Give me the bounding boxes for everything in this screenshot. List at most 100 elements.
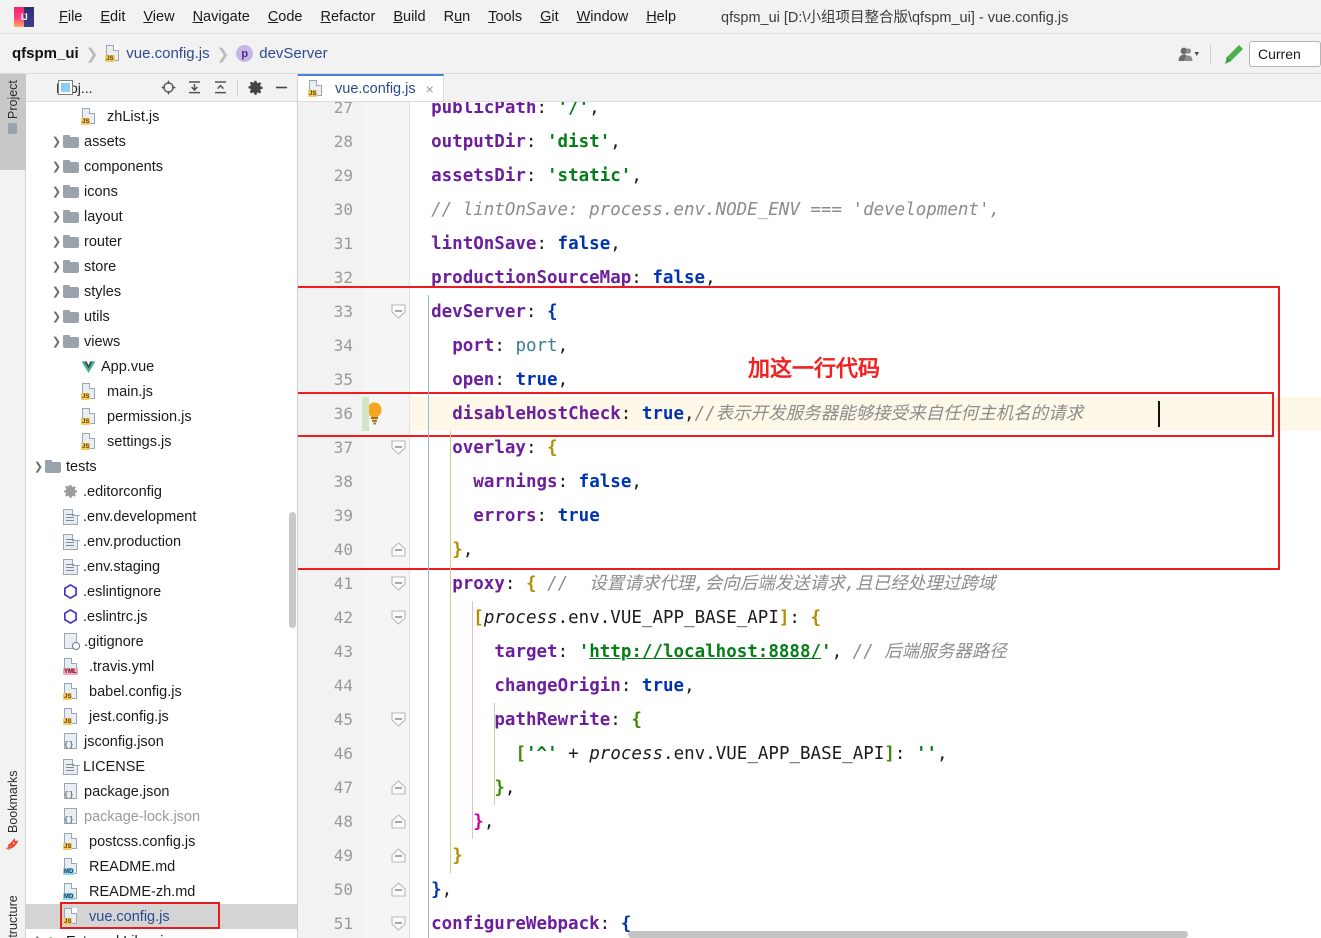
tree-item[interactable]: JS vue.config.js	[26, 904, 297, 929]
code-line[interactable]: },	[410, 805, 494, 839]
code-line[interactable]: target: 'http://localhost:8888/', // 后端服…	[410, 635, 1006, 669]
menu-tools[interactable]: Tools	[479, 6, 531, 28]
menu-view[interactable]: View	[134, 6, 183, 28]
tree-item[interactable]: ❯ styles	[26, 279, 297, 304]
code-line[interactable]: changeOrigin: true,	[410, 669, 694, 703]
tree-item[interactable]: MD README.md	[26, 854, 297, 879]
menu-git[interactable]: Git	[531, 6, 568, 28]
tree-item[interactable]: .env.staging	[26, 554, 297, 579]
code-line[interactable]: port: port,	[410, 329, 568, 363]
fold-collapse-icon[interactable]	[390, 609, 407, 626]
editor-horizontal-scrollbar[interactable]	[628, 931, 1188, 938]
expand-all-icon[interactable]	[182, 77, 206, 99]
code-line[interactable]: overlay: {	[410, 431, 557, 465]
hide-panel-icon[interactable]	[269, 77, 293, 99]
tree-item[interactable]: .eslintignore	[26, 579, 297, 604]
menu-refactor[interactable]: Refactor	[312, 6, 385, 28]
tree-item[interactable]: ❯ utils	[26, 304, 297, 329]
breadcrumb-item-member[interactable]: p devServer	[236, 45, 328, 62]
chevron-right-icon[interactable]: ❯	[32, 460, 45, 473]
tree-item[interactable]: JS main.js	[26, 379, 297, 404]
menu-build[interactable]: Build	[384, 6, 434, 28]
run-configuration-selector[interactable]: Curren	[1249, 40, 1321, 67]
menu-run[interactable]: Run	[435, 6, 480, 28]
tree-item[interactable]: ❯ tests	[26, 454, 297, 479]
sidebar-item-project[interactable]: Project	[0, 74, 26, 170]
code-line[interactable]: publicPath: '/',	[410, 102, 600, 125]
tree-item[interactable]: JS permission.js	[26, 404, 297, 429]
code-line[interactable]: lintOnSave: false,	[410, 227, 621, 261]
code-line[interactable]: configureWebpack: {	[410, 907, 631, 938]
fold-collapse-icon[interactable]	[390, 303, 407, 320]
tree-item[interactable]: JS jest.config.js	[26, 704, 297, 729]
menu-code[interactable]: Code	[259, 6, 312, 28]
breadcrumb-item-project[interactable]: qfspm_ui	[12, 45, 79, 62]
tree-item[interactable]: ❯ views	[26, 329, 297, 354]
breadcrumb-item-file[interactable]: JS vue.config.js	[105, 45, 210, 62]
tree-item[interactable]: JS settings.js	[26, 429, 297, 454]
tree-item[interactable]: LICENSE	[26, 754, 297, 779]
project-file-tree[interactable]: JS zhList.js ❯ assets ❯ components ❯ icons ❯ layo…	[26, 102, 297, 938]
gutter-annotation-column[interactable]	[362, 102, 388, 938]
code-line[interactable]: proxy: { // 设置请求代理,会向后端发送请求,且已经处理过跨域	[410, 567, 995, 601]
chevron-right-icon[interactable]: ❯	[50, 160, 63, 173]
menu-file[interactable]: File	[50, 6, 91, 28]
close-icon[interactable]: ×	[426, 81, 434, 97]
tree-item[interactable]: ❯ components	[26, 154, 297, 179]
tree-item[interactable]: {} jsconfig.json	[26, 729, 297, 754]
code-line[interactable]: errors: true	[410, 499, 599, 533]
tree-item[interactable]: ❯ icons	[26, 179, 297, 204]
menu-help[interactable]: Help	[637, 6, 685, 28]
menu-window[interactable]: Window	[568, 6, 638, 28]
code-line[interactable]: devServer: {	[410, 295, 557, 329]
fold-collapse-icon[interactable]	[390, 915, 407, 932]
code-line[interactable]: outputDir: 'dist',	[410, 125, 621, 159]
menu-navigate[interactable]: Navigate	[184, 6, 259, 28]
code-line[interactable]: assetsDir: 'static',	[410, 159, 642, 193]
code-line[interactable]: },	[410, 533, 473, 567]
tree-item[interactable]: {} package.json	[26, 779, 297, 804]
code-line[interactable]: productionSourceMap: false,	[410, 261, 716, 295]
tree-item[interactable]: ❯External Libraries	[26, 929, 297, 938]
project-tree-scrollbar[interactable]	[289, 512, 296, 628]
tree-item[interactable]: JS postcss.config.js	[26, 829, 297, 854]
tree-item[interactable]: .eslintrc.js	[26, 604, 297, 629]
code-line[interactable]: warnings: false,	[410, 465, 642, 499]
build-hammer-icon[interactable]	[1215, 40, 1249, 68]
fold-end-icon[interactable]	[390, 779, 407, 796]
fold-end-icon[interactable]	[390, 813, 407, 830]
tree-item[interactable]: YML .travis.yml	[26, 654, 297, 679]
tree-item[interactable]: JS babel.config.js	[26, 679, 297, 704]
menu-edit[interactable]: Edit	[91, 6, 134, 28]
chevron-right-icon[interactable]: ❯	[50, 285, 63, 298]
sidebar-item-bookmarks[interactable]: 🔖 Bookmarks	[0, 764, 26, 884]
code-line[interactable]: disableHostCheck: true,//表示开发服务器能够接受来自任何…	[410, 397, 1083, 431]
collapse-all-icon[interactable]	[208, 77, 232, 99]
tree-item[interactable]: .editorconfig	[26, 479, 297, 504]
settings-gear-icon[interactable]	[243, 77, 267, 99]
chevron-right-icon[interactable]: ❯	[50, 210, 63, 223]
tree-item[interactable]: MD README-zh.md	[26, 879, 297, 904]
tree-item[interactable]: .env.production	[26, 529, 297, 554]
tree-item[interactable]: ❯ layout	[26, 204, 297, 229]
code-line[interactable]: // lintOnSave: process.env.NODE_ENV === …	[410, 193, 1000, 227]
fold-collapse-icon[interactable]	[390, 711, 407, 728]
editor-tab-vue-config[interactable]: JS vue.config.js ×	[298, 74, 444, 101]
tree-item[interactable]: {} package-lock.json	[26, 804, 297, 829]
menubar[interactable]: File Edit View Navigate Code Refactor Bu…	[50, 6, 685, 28]
chevron-right-icon[interactable]: ❯	[50, 135, 63, 148]
chevron-right-icon[interactable]: ❯	[50, 310, 63, 323]
tree-item[interactable]: ❯ assets	[26, 129, 297, 154]
user-avatar-icon[interactable]	[1172, 40, 1206, 68]
tree-item[interactable]: .env.development	[26, 504, 297, 529]
tree-item[interactable]: ❯ store	[26, 254, 297, 279]
code-line[interactable]: ['^' + process.env.VUE_APP_BASE_API]: ''…	[410, 737, 947, 771]
fold-end-icon[interactable]	[390, 541, 407, 558]
locate-icon[interactable]	[156, 77, 180, 99]
chevron-right-icon[interactable]: ❯	[50, 235, 63, 248]
tree-item[interactable]: ❯ router	[26, 229, 297, 254]
tree-item[interactable]: JS zhList.js	[26, 104, 297, 129]
code-line[interactable]: pathRewrite: {	[410, 703, 642, 737]
tree-item[interactable]: App.vue	[26, 354, 297, 379]
code-line[interactable]: }	[410, 839, 463, 873]
